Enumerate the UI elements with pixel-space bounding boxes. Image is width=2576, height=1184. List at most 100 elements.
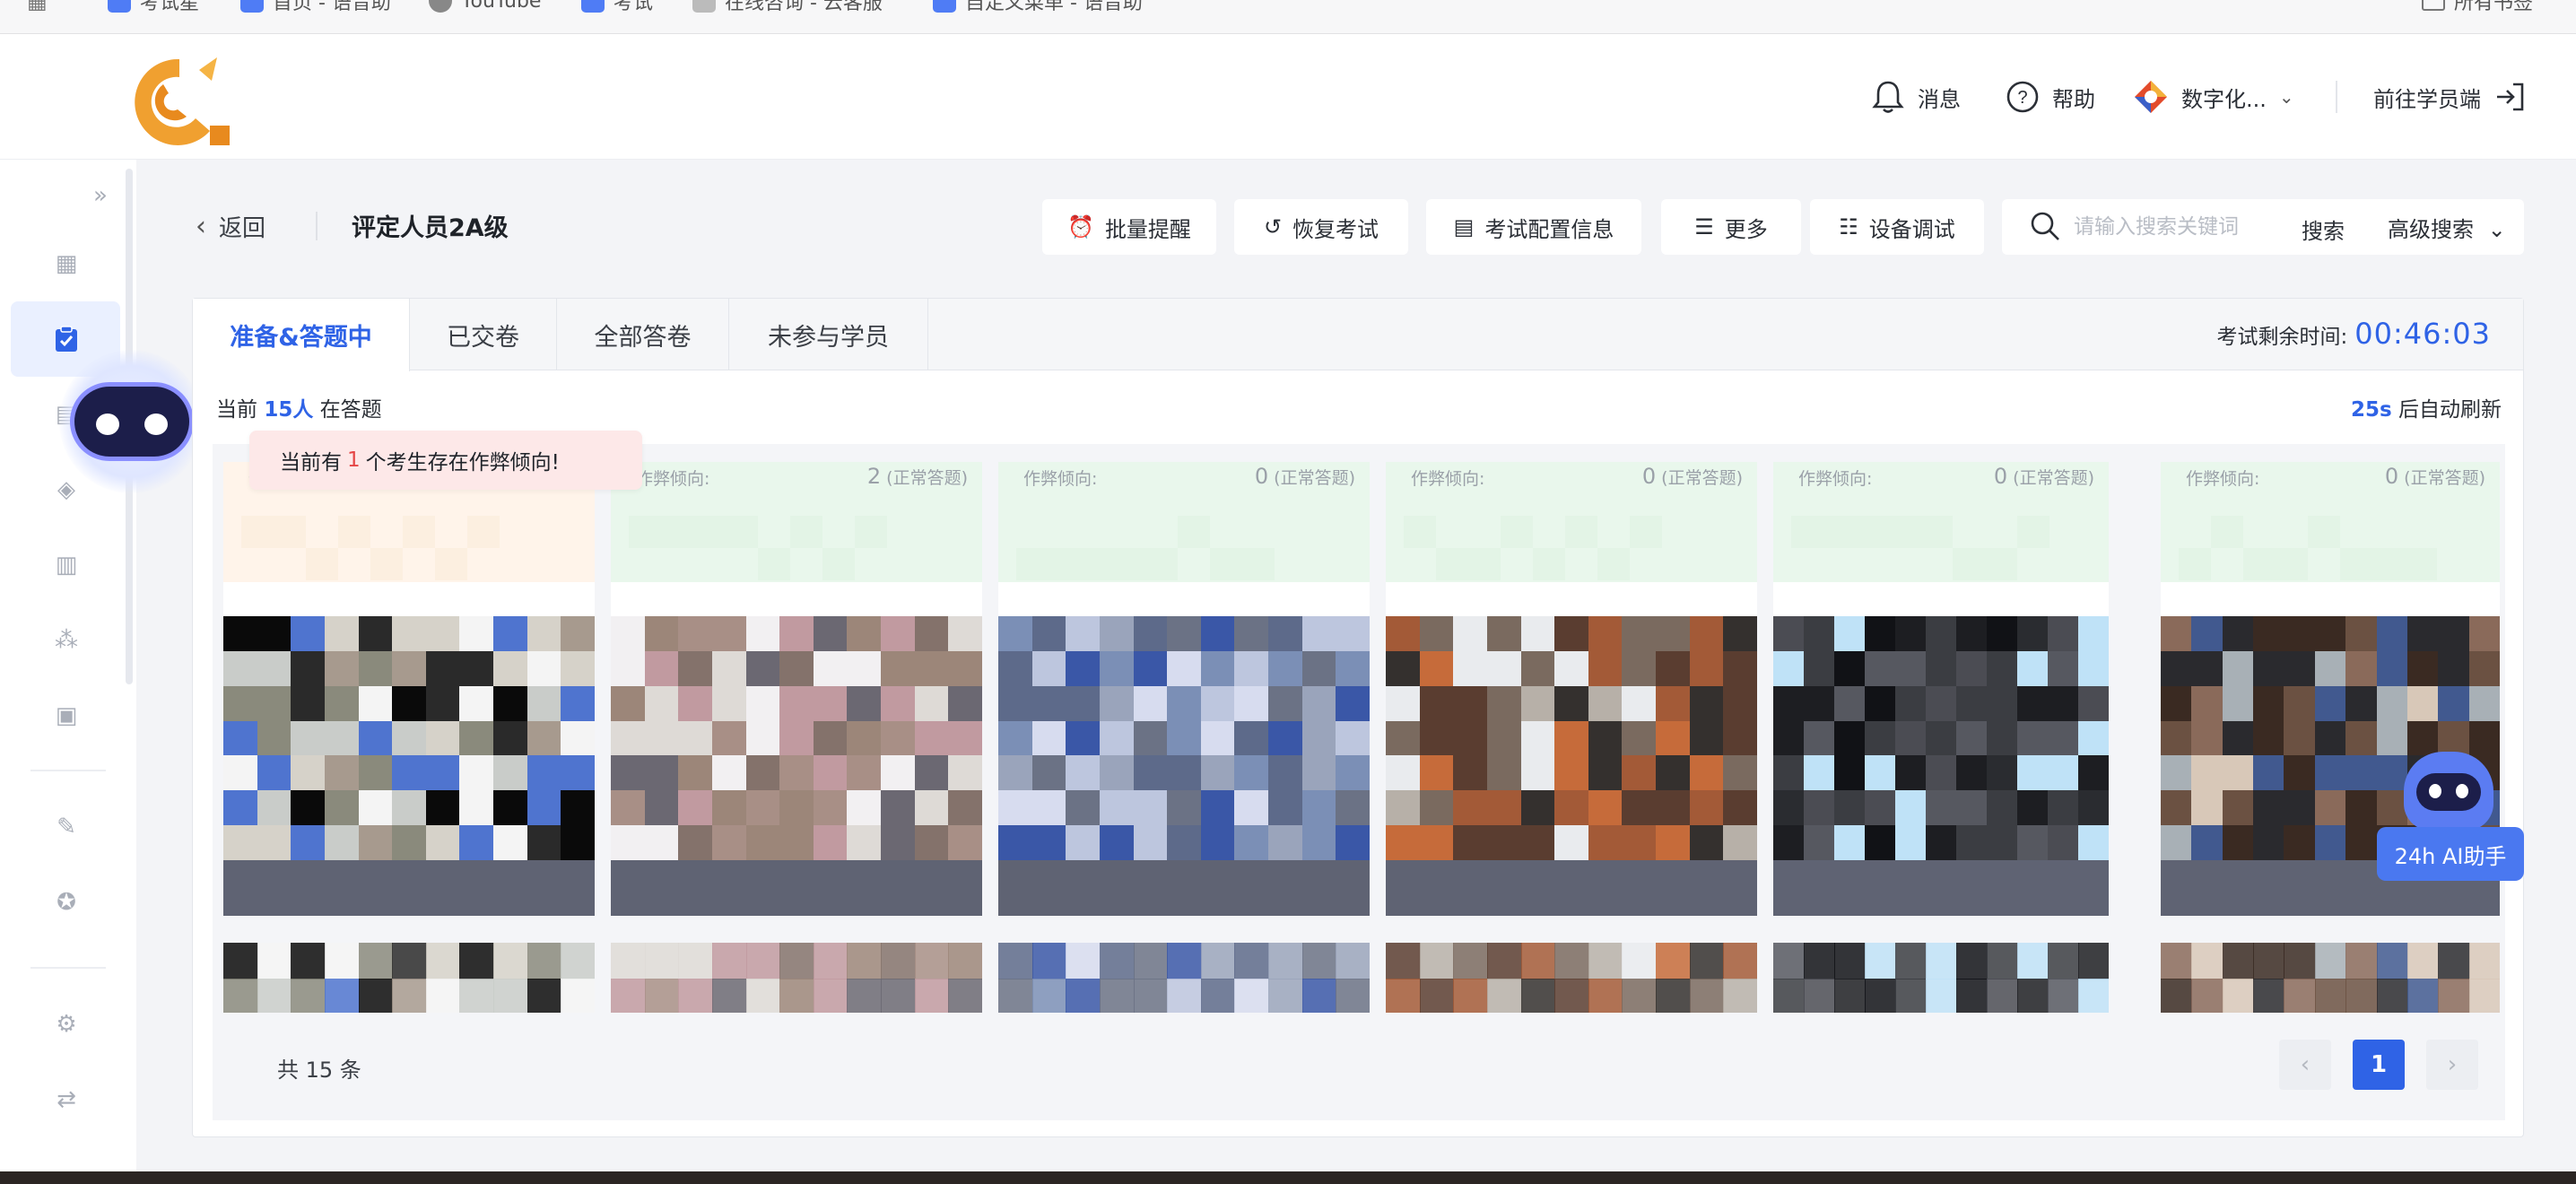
video-pixel [392,943,427,979]
video-pixel [1723,790,1757,827]
webcam-feed[interactable] [1386,616,1757,861]
webcam-feed[interactable] [1773,616,2109,861]
book-icon[interactable]: ▥ [45,544,88,587]
video-pixel [1419,685,1455,722]
blurred-block [1985,548,2017,580]
tab-submitted[interactable]: 已交卷 [410,299,557,370]
webcam-feed[interactable] [611,616,982,861]
candidate-card[interactable]: 作弊倾向: 0 (正常答题) [1773,462,2109,916]
candidate-card[interactable]: 作弊倾向: 0 (正常答题) [998,462,1370,916]
bookmark-icon [240,0,264,13]
search-icon[interactable] [2029,210,2061,242]
bookmark-item[interactable]: 自定义菜单 - 语音助 [933,0,1143,14]
video-pixel [1987,616,2018,652]
bookmark-item[interactable]: YouTube [429,0,541,14]
blurred-block [822,548,855,580]
candidate-card-row2[interactable] [611,943,982,1013]
device-debug-button[interactable]: ☷ 设备调试 [1810,199,1984,255]
candidate-card-row2[interactable] [223,943,595,1013]
video-pixel [291,720,326,757]
candidate-card-row2[interactable] [1773,943,2109,1013]
all-bookmarks[interactable]: 所有书签 [2422,0,2533,14]
video-pixel [1031,790,1067,827]
video-pixel [1486,755,1522,792]
video-pixel [257,943,292,979]
apps-grid-icon[interactable]: ▦ [27,0,48,14]
bookmark-item[interactable]: 在线咨询 - 云客服 [692,0,883,14]
blurred-block [467,516,500,548]
video-pixel [2191,755,2224,792]
video-pixel [1419,720,1455,757]
badge-check-icon[interactable]: ✪ [45,881,88,924]
desktop-strip [0,1171,2576,1184]
video-pixel [1486,825,1522,861]
tab-all-papers[interactable]: 全部答卷 [557,299,729,370]
video-pixel [779,825,814,861]
grid-icon[interactable]: ▦ [45,242,88,285]
gear-icon[interactable]: ⚙ [45,1003,88,1046]
back-button[interactable]: ‹ 返回 [196,208,265,244]
candidate-card[interactable]: 作弊倾向: 2 (正常答题) [611,462,982,916]
person-card-icon[interactable]: ▣ [45,694,88,737]
tag-icon[interactable]: ◈ [45,468,88,511]
video-pixel [1419,790,1455,827]
ai-helper-label: 24h AI助手 [2377,827,2524,881]
video-pixel [1622,616,1658,652]
users-icon[interactable]: ⁂ [45,619,88,662]
webcam-feed[interactable] [998,616,1370,861]
video-pixel [847,685,883,722]
video-pixel [998,943,1033,979]
org-switcher[interactable]: 数字化... ⌄ [2133,77,2294,117]
goto-student-button[interactable]: 前往学员端 [2373,77,2526,117]
more-button[interactable]: ☰ 更多 [1661,199,1801,255]
tab-answering[interactable]: 准备&答题中 [193,299,410,371]
edit-icon[interactable]: ✎ [45,805,88,849]
video-pixel [1773,790,1805,827]
candidate-card-row2[interactable] [1386,943,1757,1013]
next-page-button[interactable]: › [2426,1040,2478,1090]
exam-clipboard-icon[interactable] [45,318,88,361]
page-1-button[interactable]: 1 [2353,1040,2405,1090]
exam-config-button[interactable]: ▤ 考试配置信息 [1426,199,1641,255]
restore-exam-button[interactable]: ↺ 恢复考试 [1234,199,1408,255]
video-pixel [813,943,849,979]
video-pixel [1031,616,1067,652]
video-pixel [1865,650,1896,687]
tab-absent[interactable]: 未参与学员 [729,299,928,370]
video-pixel [1689,685,1725,722]
batch-remind-button[interactable]: ⏰ 批量提醒 [1042,199,1216,255]
video-pixel [1200,650,1236,687]
blurred-block [1630,516,1662,548]
video-pixel [2284,685,2316,722]
ai-robot-float[interactable] [59,350,203,493]
count-value: 2 [866,464,882,489]
video-pixel [1956,979,1988,1013]
expand-sidebar-icon[interactable]: » [79,174,122,217]
search-input[interactable] [2074,210,2280,244]
config-doc-icon: ▤ [1453,214,1475,239]
ai-helper-button[interactable]: 24h AI助手 [2377,752,2524,881]
search-button[interactable]: 搜索 [2302,213,2345,245]
prev-page-button[interactable]: ‹ [2279,1040,2331,1090]
bookmark-item[interactable]: 首页 - 语音助 [240,0,391,14]
advanced-search-button[interactable]: 高级搜索 ⌄ [2388,212,2506,243]
switch-icon[interactable]: ⇄ [45,1078,88,1121]
video-pixel [1268,720,1303,757]
video-pixel [2345,979,2378,1013]
bookmark-item[interactable]: 考试 [581,0,653,14]
messages-button[interactable]: 消息 [1871,77,1961,117]
candidate-card[interactable]: 作弊倾向:1(作弊倾向) [223,462,595,916]
video-pixel [2345,790,2378,827]
candidate-card-row2[interactable] [2161,943,2500,1013]
video-pixel [324,720,360,757]
video-pixel [1834,979,1866,1013]
candidate-card-row2[interactable] [998,943,1370,1013]
bookmark-item[interactable]: 考试星 [108,0,199,14]
webcam-feed[interactable] [223,616,595,861]
help-button[interactable]: ? 帮助 [2006,77,2095,117]
video-pixel [1895,755,1927,792]
video-pixel [2017,616,2049,652]
candidate-card[interactable]: 作弊倾向: 0 (正常答题) [1386,462,1757,916]
video-pixel [324,979,360,1013]
video-pixel [1987,650,2018,687]
